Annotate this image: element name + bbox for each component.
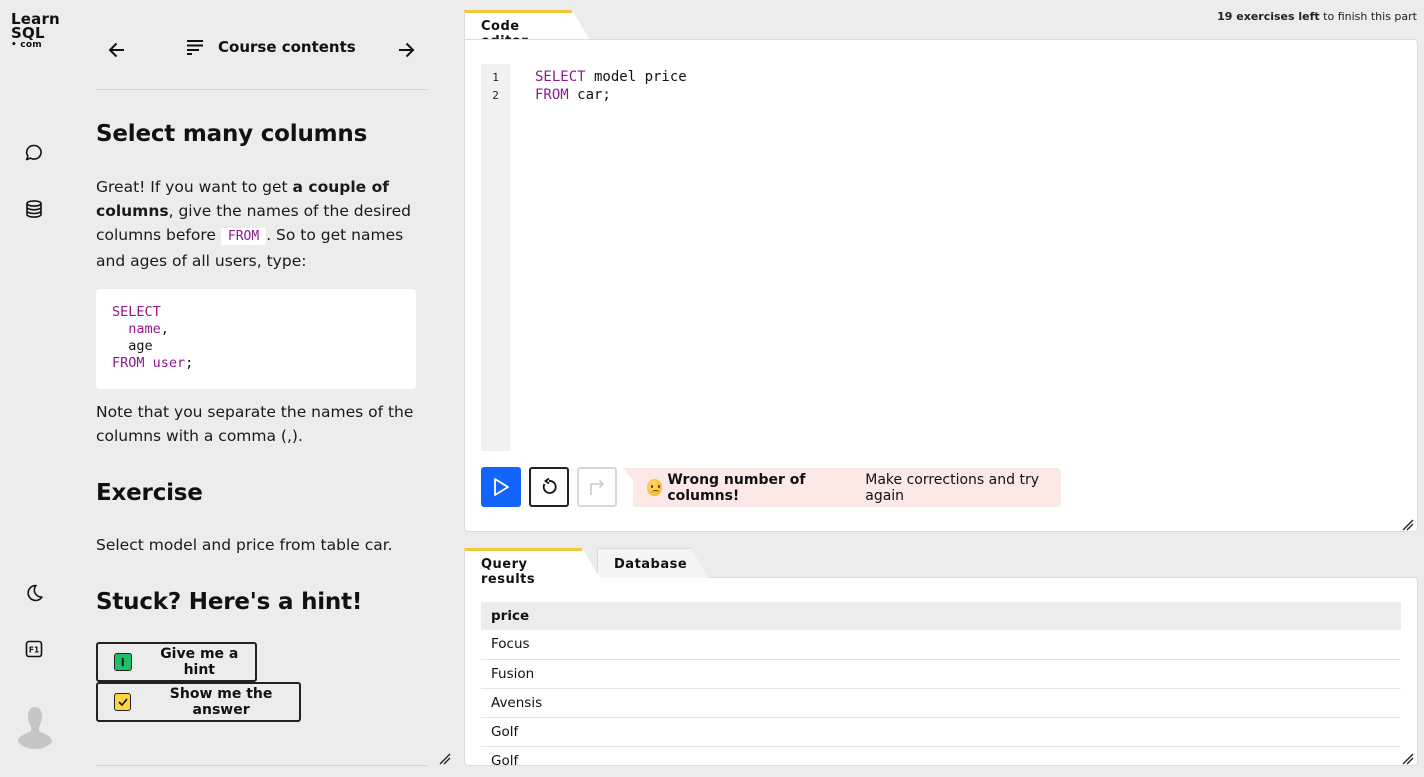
error-message-text: Make corrections and try again [865,471,1039,504]
example-code-block: SELECT name, age FROM user; [96,289,416,389]
line-number: 1 [492,71,499,84]
nav-divider [96,89,427,90]
next-step-button[interactable] [577,467,617,507]
table-cell: Fusion [481,659,1401,689]
tab-database[interactable]: Database [597,548,709,578]
table-row: Avensis [481,688,1401,718]
code-text: car; [568,87,611,103]
code-input[interactable]: SELECT model price FROM car; [535,68,687,104]
lesson-title: Select many columns [96,121,368,147]
query-results-panel: price Focus Fusion Avensis Golf Golf [464,577,1418,766]
inline-code: FROM [220,228,267,245]
tab-code-editor[interactable]: Code editor [464,10,590,49]
prev-exercise-button[interactable] [105,38,129,62]
exercise-instructions: Select model and price from table car. [96,536,393,554]
lesson-intro: Great! If you want to get a couple of co… [96,175,416,273]
code-line: SELECT [112,304,161,320]
table-row: Fusion [481,659,1401,689]
logo-line-3: • com [11,40,42,50]
dark-mode-icon[interactable] [22,581,46,605]
info-icon: i [114,653,132,671]
sad-face-icon [647,479,663,496]
error-message: Wrong number of columns! Make correction… [623,468,1061,507]
table-header-row: price [481,602,1401,630]
editor-toolbar [481,467,617,507]
list-icon [187,40,203,55]
lesson-panel: Course contents Select many columns Grea… [96,0,427,777]
avatar[interactable] [15,706,55,750]
show-answer-button[interactable]: Show me the answer [96,682,301,722]
checkmark-icon [114,693,132,711]
tab-query-results[interactable]: Query results [464,548,600,587]
table-row: Golf [481,746,1401,765]
f1-help-icon[interactable]: F1 [22,637,46,661]
exercise-heading: Exercise [96,480,203,506]
table-row: Focus [481,630,1401,660]
show-answer-label: Show me the answer [169,686,273,718]
run-button[interactable] [481,467,521,507]
column-header: price [481,602,1401,630]
exercises-left-count: 19 exercises left [1217,10,1320,23]
sql-keyword: SELECT [535,69,586,85]
code-line: name, [128,321,169,337]
line-number-gutter: 1 2 [481,64,510,451]
results-table: price Focus Fusion Avensis Golf Golf [481,602,1401,765]
code-line: age [112,338,153,354]
tab-label: Database [614,557,688,572]
code-text: model price [585,69,687,85]
error-message-title: Wrong number of columns! [667,471,806,504]
table-row: Golf [481,717,1401,747]
reset-icon [542,478,557,494]
next-exercise-button[interactable] [394,38,418,62]
course-contents-button[interactable]: Course contents [186,38,356,56]
tab-label: Query results [481,557,536,587]
arrow-right-icon [399,42,415,58]
give-hint-label: Give me a hint [160,646,239,678]
left-rail: Learn SQL • com F1 [0,0,70,777]
results-resize-handle[interactable] [1402,750,1414,765]
give-hint-button[interactable]: i Give me a hint [96,642,257,682]
code-line: FROM user; [112,355,194,371]
lesson-resize-handle[interactable] [439,750,451,765]
svg-text:F1: F1 [29,645,39,654]
table-cell: Avensis [481,688,1401,718]
intro-text: Great! If you want to get [96,178,293,196]
database-icon[interactable] [22,197,46,221]
lesson-bottom-divider [96,765,427,766]
play-icon [494,478,509,496]
course-nav: Course contents [96,30,427,70]
learnsql-logo[interactable]: Learn SQL • com [11,12,60,51]
hint-heading: Stuck? Here's a hint! [96,589,363,615]
sql-keyword: FROM [535,87,569,103]
course-contents-label: Course contents [218,38,356,56]
exercises-left-counter: 19 exercises left to finish this part [1217,10,1417,23]
table-cell: Focus [481,630,1401,660]
table-cell: Golf [481,746,1401,765]
arrow-left-icon [108,42,124,58]
table-cell: Golf [481,717,1401,747]
line-number: 2 [492,89,499,102]
code-editor-panel: 1 2 SELECT model price FROM car; Wrong n… [464,39,1418,532]
chat-icon[interactable] [22,141,46,165]
exercises-left-suffix: to finish this part [1319,10,1417,23]
reset-button[interactable] [529,467,569,507]
redirect-arrow-icon [590,479,605,495]
lesson-note: Note that you separate the names of the … [96,403,414,445]
editor-resize-handle[interactable] [1402,516,1414,531]
